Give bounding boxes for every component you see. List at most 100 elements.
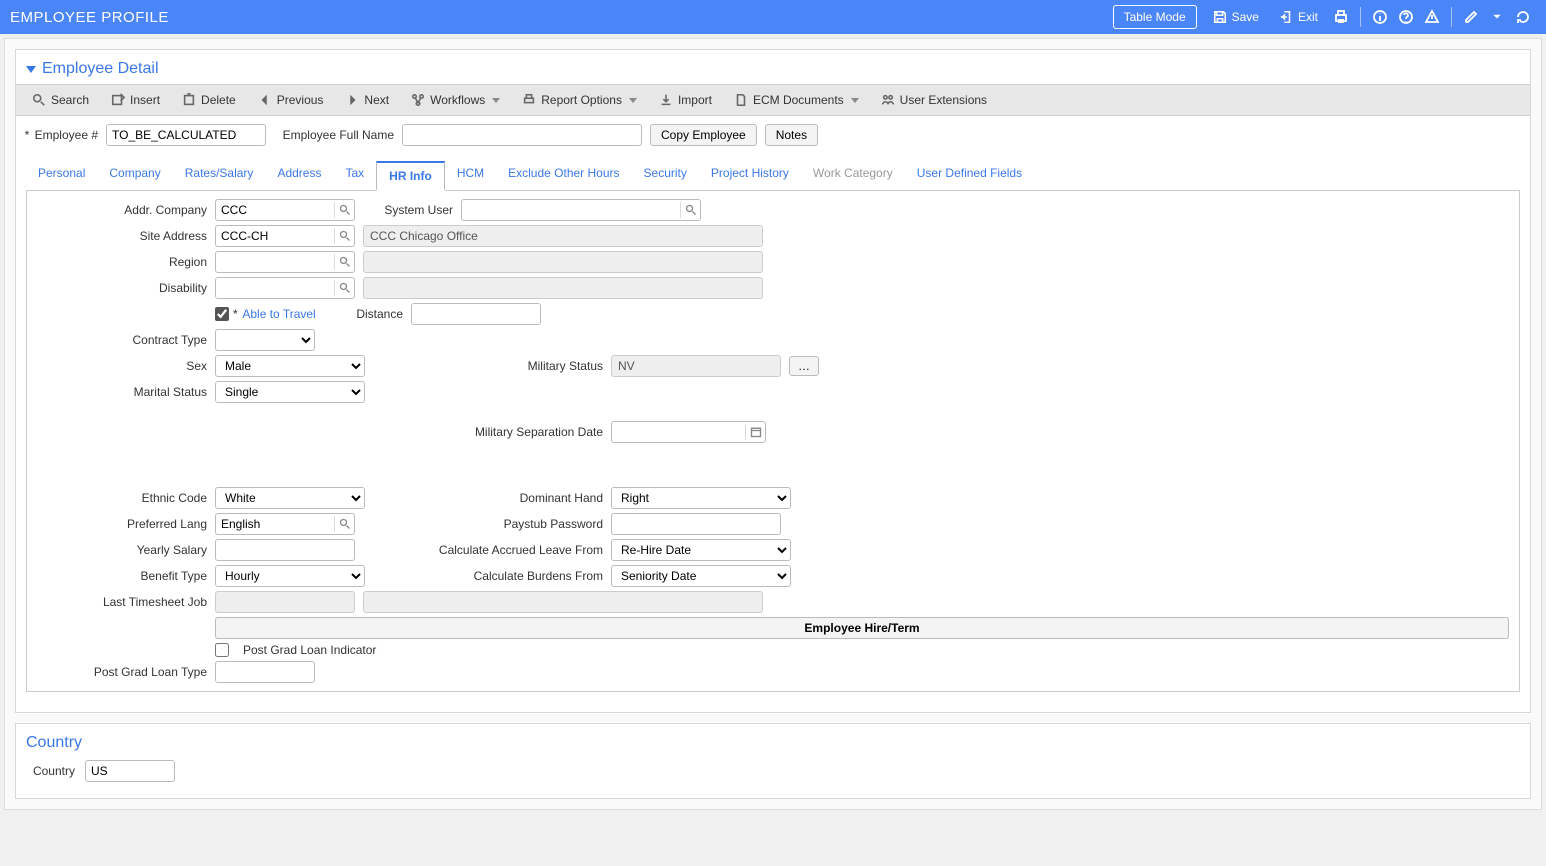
distance-label: Distance bbox=[343, 307, 403, 321]
burdens-select[interactable]: Seniority Date bbox=[611, 565, 791, 587]
info-icon-button[interactable] bbox=[1367, 4, 1393, 30]
ethnic-label: Ethnic Code bbox=[37, 491, 207, 505]
help-icon-button[interactable] bbox=[1393, 4, 1419, 30]
system-user-label: System User bbox=[363, 203, 453, 217]
refresh-icon-button[interactable] bbox=[1510, 4, 1536, 30]
save-button[interactable]: Save bbox=[1203, 6, 1269, 28]
tab-project[interactable]: Project History bbox=[699, 160, 801, 190]
region-label: Region bbox=[37, 255, 207, 269]
calendar-icon[interactable] bbox=[745, 424, 765, 440]
tab-hcm[interactable]: HCM bbox=[445, 160, 496, 190]
employee-detail-title: Employee Detail bbox=[42, 60, 159, 78]
search-button[interactable]: Search bbox=[22, 89, 99, 111]
last-timesheet-desc bbox=[363, 591, 763, 613]
edit-icon-button[interactable] bbox=[1458, 4, 1484, 30]
workflows-button[interactable]: Workflows bbox=[401, 89, 510, 111]
pref-lang-input[interactable] bbox=[221, 515, 334, 533]
print-icon bbox=[522, 93, 536, 107]
region-lookup[interactable] bbox=[215, 251, 355, 273]
tab-personal[interactable]: Personal bbox=[26, 160, 97, 190]
tab-exclude[interactable]: Exclude Other Hours bbox=[496, 160, 631, 190]
next-button[interactable]: Next bbox=[335, 89, 399, 111]
tab-security[interactable]: Security bbox=[632, 160, 699, 190]
region-input[interactable] bbox=[221, 253, 334, 271]
sex-select[interactable]: Male bbox=[215, 355, 365, 377]
user-extensions-button[interactable]: User Extensions bbox=[871, 89, 997, 111]
page-container: Employee Detail Search Insert Delete Pre… bbox=[4, 38, 1542, 810]
disability-label: Disability bbox=[37, 281, 207, 295]
exit-button[interactable]: Exit bbox=[1269, 6, 1328, 28]
import-button[interactable]: Import bbox=[649, 89, 722, 111]
tabs: Personal Company Rates/Salary Address Ta… bbox=[16, 154, 1530, 190]
site-address-desc: CCC Chicago Office bbox=[363, 225, 763, 247]
system-user-lookup[interactable] bbox=[461, 199, 701, 221]
tab-address[interactable]: Address bbox=[265, 160, 333, 190]
tab-udf[interactable]: User Defined Fields bbox=[905, 160, 1034, 190]
previous-button[interactable]: Previous bbox=[248, 89, 334, 111]
military-status-picker-button[interactable]: … bbox=[789, 356, 819, 376]
tab-tax[interactable]: Tax bbox=[333, 160, 376, 190]
tab-hrinfo[interactable]: HR Info bbox=[376, 161, 445, 191]
notes-button[interactable]: Notes bbox=[765, 124, 818, 146]
insert-button[interactable]: Insert bbox=[101, 89, 170, 111]
report-options-button[interactable]: Report Options bbox=[512, 89, 647, 111]
search-icon[interactable] bbox=[334, 254, 354, 270]
disability-lookup[interactable] bbox=[215, 277, 355, 299]
tab-company[interactable]: Company bbox=[97, 160, 172, 190]
paystub-pw-label: Paystub Password bbox=[373, 517, 603, 531]
system-user-input[interactable] bbox=[467, 201, 680, 219]
benefit-type-select[interactable]: Hourly bbox=[215, 565, 365, 587]
able-to-travel-checkbox[interactable] bbox=[215, 307, 229, 321]
ecm-documents-button[interactable]: ECM Documents bbox=[724, 89, 869, 111]
yearly-salary-input[interactable] bbox=[215, 539, 355, 561]
copy-employee-button[interactable]: Copy Employee bbox=[650, 124, 757, 146]
dominant-hand-select[interactable]: Right bbox=[611, 487, 791, 509]
tab-rates[interactable]: Rates/Salary bbox=[173, 160, 266, 190]
save-icon bbox=[1213, 10, 1227, 24]
pref-lang-lookup[interactable] bbox=[215, 513, 355, 535]
post-grad-loan-checkbox[interactable] bbox=[215, 643, 229, 657]
delete-icon bbox=[182, 93, 196, 107]
distance-input[interactable] bbox=[411, 303, 541, 325]
country-label: Country bbox=[30, 764, 75, 778]
marital-select[interactable]: Single bbox=[215, 381, 365, 403]
addr-company-input[interactable] bbox=[221, 201, 334, 219]
delete-button[interactable]: Delete bbox=[172, 89, 246, 111]
dominant-hand-label: Dominant Hand bbox=[373, 491, 603, 505]
employee-detail-header[interactable]: Employee Detail bbox=[16, 50, 1530, 84]
employee-detail-panel: Employee Detail Search Insert Delete Pre… bbox=[15, 49, 1531, 713]
country-heading: Country bbox=[26, 734, 82, 752]
contract-type-label: Contract Type bbox=[37, 333, 207, 347]
ethnic-select[interactable]: White bbox=[215, 487, 365, 509]
disability-input[interactable] bbox=[221, 279, 334, 297]
key-fields-row: Employee # Employee Full Name Copy Emplo… bbox=[16, 116, 1530, 154]
accrued-leave-select[interactable]: Re-Hire Date bbox=[611, 539, 791, 561]
dropdown-icon-button[interactable] bbox=[1484, 4, 1510, 30]
search-icon[interactable] bbox=[334, 516, 354, 532]
full-name-input[interactable] bbox=[402, 124, 642, 146]
hire-term-button[interactable]: Employee Hire/Term bbox=[215, 617, 1509, 639]
site-address-input[interactable] bbox=[221, 227, 334, 245]
table-mode-button[interactable]: Table Mode bbox=[1113, 5, 1197, 29]
last-timesheet-code bbox=[215, 591, 355, 613]
country-panel: Country Country bbox=[15, 723, 1531, 799]
site-address-lookup[interactable] bbox=[215, 225, 355, 247]
last-timesheet-label: Last Timesheet Job bbox=[37, 595, 207, 609]
print-icon-button[interactable] bbox=[1328, 4, 1354, 30]
post-grad-type-input[interactable] bbox=[215, 661, 315, 683]
alert-icon-button[interactable] bbox=[1419, 4, 1445, 30]
search-icon[interactable] bbox=[334, 228, 354, 244]
workflow-icon bbox=[411, 93, 425, 107]
mil-sep-date-field[interactable] bbox=[611, 421, 766, 443]
mil-sep-date-input[interactable] bbox=[617, 423, 745, 441]
search-icon[interactable] bbox=[680, 202, 700, 218]
search-icon[interactable] bbox=[334, 202, 354, 218]
search-icon[interactable] bbox=[334, 280, 354, 296]
employee-num-input[interactable] bbox=[106, 124, 266, 146]
chevron-down-icon bbox=[851, 98, 859, 103]
country-input[interactable] bbox=[85, 760, 175, 782]
addr-company-lookup[interactable] bbox=[215, 199, 355, 221]
paystub-pw-input[interactable] bbox=[611, 513, 781, 535]
contract-type-select[interactable] bbox=[215, 329, 315, 351]
import-icon bbox=[659, 93, 673, 107]
